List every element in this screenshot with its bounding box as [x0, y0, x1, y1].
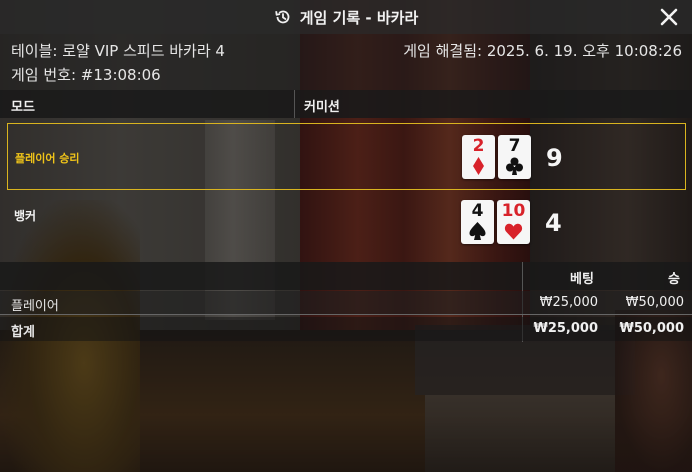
win-amount: ₩50,000: [625, 295, 684, 310]
playing-card: 10: [497, 200, 530, 244]
spade-icon: [461, 221, 494, 241]
win-header: 승: [668, 272, 680, 287]
playing-card: 7: [498, 135, 531, 179]
total-bet-amount: ₩25,000: [533, 321, 598, 336]
banker-label: 뱅커: [14, 209, 37, 223]
player-win-label: 플레이어 승리: [15, 152, 80, 165]
game-number: 게임 번호: #13:08:06: [11, 66, 161, 84]
playing-card: 4: [461, 200, 494, 244]
bet-header: 베팅: [570, 272, 594, 287]
bets-header: 베팅 승: [0, 262, 692, 290]
bet-amount: ₩25,000: [539, 295, 598, 310]
diamond-icon: [462, 156, 495, 176]
banker-score: 4: [545, 209, 562, 237]
game-info: 테이블: 로얄 VIP 스피드 바카라 4 게임 해결됨: 2025. 6. 1…: [0, 34, 692, 90]
card-rank: 10: [501, 201, 526, 221]
card-rank: 4: [471, 201, 484, 221]
page-title: 게임 기록 - 바카라: [299, 8, 419, 27]
title-bar: 게임 기록 - 바카라: [0, 0, 692, 34]
column-header: 모드 커미션: [0, 90, 692, 118]
table-name: 테이블: 로얄 VIP 스피드 바카라 4: [11, 42, 225, 60]
club-icon: [498, 156, 531, 176]
table-row: 플레이어 ₩25,000 ₩50,000: [0, 291, 692, 315]
total-label: 합계: [11, 325, 35, 340]
resolved-time: 게임 해결됨: 2025. 6. 19. 오후 10:08:26: [403, 42, 682, 60]
close-icon[interactable]: [658, 6, 680, 28]
heart-icon: [497, 221, 530, 241]
total-row: 합계 ₩25,000 ₩50,000: [0, 317, 692, 341]
player-score: 9: [546, 144, 563, 172]
commission-header: 커미션: [304, 100, 340, 115]
history-icon: [274, 8, 292, 26]
total-win-amount: ₩50,000: [619, 321, 684, 336]
game-history-panel: 게임 기록 - 바카라 테이블: 로얄 VIP 스피드 바카라 4 게임 해결됨…: [0, 0, 692, 472]
card-rank: 7: [508, 136, 521, 156]
mode-header: 모드: [11, 100, 35, 115]
column-divider: [294, 90, 295, 118]
banker-result-row: 뱅커 4 10 4: [7, 193, 686, 260]
player-result-row: 플레이어 승리 2 7 9: [7, 123, 686, 190]
card-rank: 2: [472, 136, 485, 156]
playing-card: 2: [462, 135, 495, 179]
bet-name: 플레이어: [11, 299, 59, 314]
